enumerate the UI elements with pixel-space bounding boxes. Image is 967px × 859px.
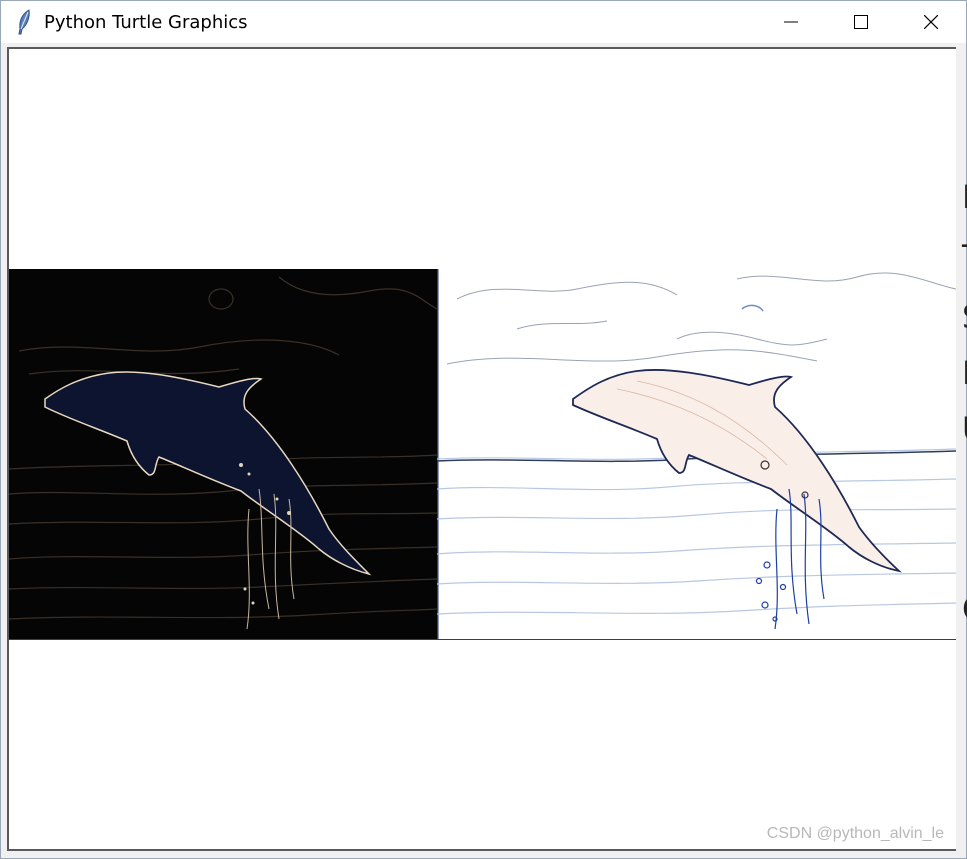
dolphin-edge-dark-image [9, 269, 437, 639]
close-button[interactable] [896, 1, 966, 43]
side-text-fragment: I [962, 354, 967, 392]
maximize-icon [854, 15, 868, 29]
image-bottom-edge [9, 639, 956, 640]
side-text-fragment: S [962, 301, 967, 333]
close-icon [924, 15, 938, 29]
side-text-fragment: T [962, 241, 967, 273]
side-text-fragment: U [962, 413, 967, 445]
side-text-fragment: I [962, 178, 967, 216]
feather-icon [16, 9, 38, 35]
side-text-fragment: C [962, 593, 967, 625]
window-title: Python Turtle Graphics [44, 11, 248, 33]
maximize-button[interactable] [826, 1, 896, 43]
title-bar[interactable]: Python Turtle Graphics [1, 1, 966, 43]
dolphin-edge-light-image [437, 269, 956, 639]
turtle-canvas[interactable]: CSDN @python_alvin_le [7, 47, 956, 851]
window-controls [756, 1, 966, 43]
watermark-text: CSDN @python_alvin_le [766, 825, 944, 842]
minimize-icon [784, 21, 798, 23]
minimize-button[interactable] [756, 1, 826, 43]
turtle-window: Python Turtle Graphics CSDN @python_alvi… [0, 0, 967, 859]
